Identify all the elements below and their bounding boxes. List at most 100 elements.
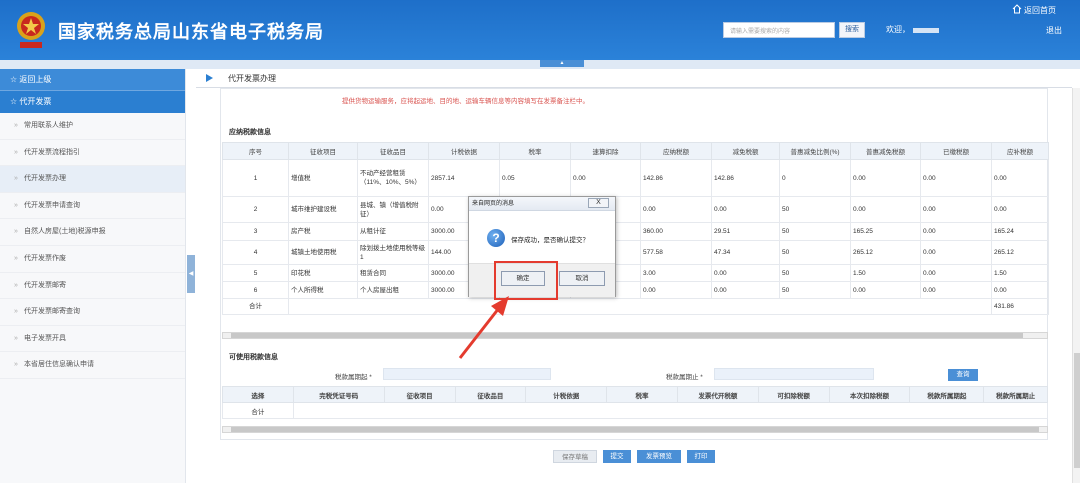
- header-search-input[interactable]: 请输入需要搜索的内容: [723, 22, 835, 38]
- column-header: 应补税额: [991, 142, 1049, 160]
- table-cell: 0.00: [711, 196, 780, 223]
- table-cell: 50: [779, 222, 851, 241]
- top-header: 国家税务总局山东省电子税务局 请输入需要搜索的内容 搜索 欢迎， 返回首页 退出: [0, 0, 1080, 60]
- header-search-button[interactable]: 搜索: [839, 22, 865, 38]
- print-button[interactable]: 打印: [687, 450, 715, 463]
- table-cell: 360.00: [640, 222, 712, 241]
- column-header: 本次扣除税额: [828, 386, 911, 403]
- bullet-icon: »: [14, 122, 18, 129]
- table-cell: 5: [222, 264, 289, 282]
- column-header: 普惠减免税额: [850, 142, 921, 160]
- table-cell: 0.05: [499, 159, 571, 197]
- table-row: 6 个人所得税 个人房屋出租 3000.00 0.00 0.00 50 0.00…: [222, 281, 1049, 299]
- table-cell: [288, 298, 992, 315]
- sidebar-menu-title[interactable]: ☆ 代开发票: [0, 91, 185, 113]
- table-total-row: 合计: [222, 402, 1049, 419]
- notice-text: 提供货物运输服务，应将起运地、目的地、运输车辆信息等内容填写在发票备注栏中。: [342, 98, 589, 105]
- home-link[interactable]: 返回首页: [1024, 5, 1056, 16]
- table-cell: 1.50: [850, 264, 921, 282]
- home-icon[interactable]: [1012, 4, 1022, 14]
- dialog-cancel-button[interactable]: 取消: [559, 271, 605, 286]
- save-draft-button[interactable]: 保存草稿: [553, 450, 597, 463]
- column-header: 计税依据: [525, 386, 608, 403]
- table-header-row: 选择 完税凭证号码 征收项目 征收品目 计税依据 税率 发票代开税额 可扣除税额…: [222, 386, 1048, 403]
- table-cell: 142.86: [711, 159, 780, 197]
- sidebar-item[interactable]: » 本省居住信息确认申请: [0, 352, 185, 379]
- table-cell: 印花税: [288, 264, 358, 282]
- table-cell: 577.58: [640, 240, 712, 265]
- scroll-thumb[interactable]: [231, 333, 1023, 338]
- table-cell: 29.51: [711, 222, 780, 241]
- bullet-icon: »: [14, 334, 18, 342]
- table-row: 2 城市维护建设税 县城、镇（增值税附征） 0.00 0.00 0.00 50 …: [222, 196, 1049, 223]
- query-button[interactable]: 查询: [948, 369, 978, 381]
- table-cell: 50: [779, 196, 851, 223]
- total-label: 合计: [222, 402, 294, 419]
- sidebar-item-active[interactable]: » 代开发票办理: [0, 166, 185, 193]
- tax-emblem-icon: [17, 12, 45, 48]
- table-cell: 0: [779, 159, 851, 197]
- username-masked: [913, 28, 939, 33]
- table-cell: 城市维护建设税: [288, 196, 358, 223]
- table-cell: 50: [779, 281, 851, 299]
- sidebar-item[interactable]: » 自然人房屋(土地)税源申报: [0, 219, 185, 246]
- table-cell: 不动产经营租赁（11%、10%、5%）: [357, 159, 429, 197]
- column-header: 完税凭证号码: [292, 386, 385, 403]
- sidebar-item[interactable]: » 电子发票开具: [0, 326, 185, 353]
- collapse-header-toggle[interactable]: ▲: [540, 60, 584, 67]
- submit-button[interactable]: 提交: [603, 450, 631, 463]
- sidebar-back[interactable]: ☆ 返回上级: [0, 69, 185, 91]
- period-start-input[interactable]: [383, 368, 551, 380]
- table-cell: 城镇土地使用税: [288, 240, 358, 265]
- table-cell: [292, 402, 1049, 419]
- period-end-label: 税款属期止 *: [666, 374, 703, 381]
- sidebar-item[interactable]: » 代开发票申请查询: [0, 193, 185, 220]
- logout-link[interactable]: 退出: [1046, 25, 1062, 36]
- scroll-thumb[interactable]: [1074, 353, 1080, 468]
- table-cell: 0.00: [570, 159, 641, 197]
- scroll-thumb[interactable]: [231, 427, 1039, 432]
- invoice-preview-button[interactable]: 发票预览: [637, 450, 681, 463]
- table-row: 5 印花税 租赁合同 3000.00 3.00 0.00 50 1.50 0.0…: [222, 264, 1049, 282]
- table-cell: 0.00: [920, 240, 992, 265]
- sidebar-item[interactable]: » 代开发票作废: [0, 246, 185, 273]
- star-icon: ☆: [10, 75, 20, 84]
- sidebar-item[interactable]: » 代开发票邮寄: [0, 273, 185, 300]
- sidebar-collapse-handle[interactable]: ◀: [187, 255, 195, 293]
- table-cell: 0.00: [640, 196, 712, 223]
- site-title: 国家税务总局山东省电子税务局: [58, 22, 324, 43]
- period-end-input[interactable]: [714, 368, 874, 380]
- table-cell: 1: [222, 159, 289, 197]
- table-cell: 0.00: [850, 196, 921, 223]
- table-cell: 0.00: [991, 281, 1049, 299]
- sidebar-item[interactable]: » 代开发票流程指引: [0, 140, 185, 167]
- column-header: 可扣除税额: [757, 386, 830, 403]
- offset-table-hscrollbar[interactable]: [222, 426, 1048, 433]
- table-cell: 6: [222, 281, 289, 299]
- star-icon: ☆: [10, 97, 20, 106]
- table-header-row: 序号 征收项目 征收品目 计税依据 税率 速算扣除 应纳税额 减免税额 普惠减免…: [222, 142, 1049, 160]
- table-cell: 0.00: [711, 281, 780, 299]
- table-cell: 265.12: [991, 240, 1049, 265]
- tax-table-hscrollbar[interactable]: [222, 332, 1048, 339]
- sidebar-item[interactable]: » 代开发票邮寄查询: [0, 299, 185, 326]
- table-cell: 265.12: [850, 240, 921, 265]
- column-header: 征收品目: [454, 386, 527, 403]
- table-cell: 3: [222, 222, 289, 241]
- page-vscrollbar[interactable]: [1072, 88, 1080, 483]
- sidebar-item[interactable]: » 常用联系人维护: [0, 113, 185, 140]
- table-cell: 增值税: [288, 159, 358, 197]
- table-cell: 房产税: [288, 222, 358, 241]
- dialog-close-button[interactable]: X: [588, 198, 609, 208]
- column-header: 减免税额: [711, 142, 780, 160]
- welcome-text: 欢迎，: [886, 25, 910, 34]
- column-header: 税率: [499, 142, 571, 160]
- table-cell: 0.00: [850, 281, 921, 299]
- table-cell: 个人房屋出租: [357, 281, 429, 299]
- table-cell: 47.34: [711, 240, 780, 265]
- column-header: 征收品目: [357, 142, 429, 160]
- column-header: 速算扣除: [570, 142, 641, 160]
- table-cell: 0.00: [640, 281, 712, 299]
- bullet-icon: »: [14, 281, 18, 289]
- section-title-tax: 应纳税款信息: [229, 129, 271, 136]
